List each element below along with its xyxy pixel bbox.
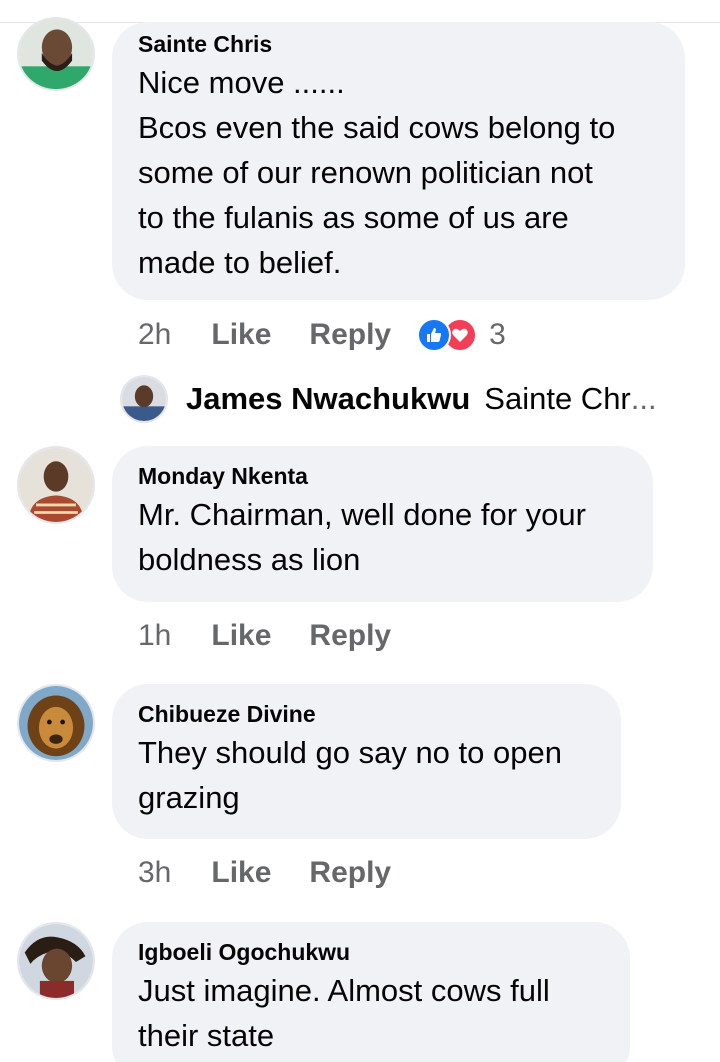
comment-timestamp: 3h xyxy=(138,856,172,889)
reply-preview[interactable]: James Nwachukwu Sainte Chr ... xyxy=(120,374,657,424)
reply-button[interactable]: Reply xyxy=(309,856,391,890)
avatar-photo-icon xyxy=(19,19,93,89)
reply-ellipsis: ... xyxy=(630,381,657,416)
comment-text: Mr. Chairman, well done for your boldnes… xyxy=(138,497,586,577)
comment-text: They should go say no to open grazing xyxy=(138,735,562,815)
lion-photo-icon xyxy=(19,686,93,760)
comment-timestamp: 2h xyxy=(138,318,172,351)
avatar[interactable] xyxy=(17,446,95,524)
reaction-count: 3 xyxy=(489,318,506,351)
comment-text: Nice move ...... Bcos even the said cows… xyxy=(138,65,616,280)
comment-author[interactable]: Monday Nkenta xyxy=(138,462,625,490)
comment-timestamp: 1h xyxy=(138,619,172,652)
like-button[interactable]: Like xyxy=(211,619,271,653)
like-icon xyxy=(417,318,452,352)
comments-thread: Sainte Chris Nice move ...... Bcos even … xyxy=(0,0,720,1062)
reply-button[interactable]: Reply xyxy=(309,619,391,653)
avatar[interactable] xyxy=(17,684,95,762)
comment-bubble: Igboeli Ogochukwu Just imagine. Almost c… xyxy=(112,922,630,1062)
comment-bubble: Sainte Chris Nice move ...... Bcos even … xyxy=(112,22,685,300)
reply-snippet: Sainte Chr xyxy=(484,381,631,416)
avatar-photo-icon xyxy=(122,377,166,421)
comment-actions: 3h Like Reply xyxy=(138,853,429,893)
reply-button[interactable]: Reply xyxy=(309,318,391,352)
avatar-photo-icon xyxy=(19,448,93,522)
reactions-summary[interactable]: 3 xyxy=(417,318,506,352)
like-button[interactable]: Like xyxy=(211,856,271,890)
avatar[interactable] xyxy=(17,17,95,91)
comment-actions: 2h Like Reply 3 xyxy=(138,315,506,355)
avatar-photo-icon xyxy=(19,924,93,998)
comment-bubble: Chibueze Divine They should go say no to… xyxy=(112,684,621,839)
avatar[interactable] xyxy=(17,922,95,1000)
comment-author[interactable]: Chibueze Divine xyxy=(138,700,593,728)
comment-bubble: Monday Nkenta Mr. Chairman, well done fo… xyxy=(112,446,653,602)
comment-text: Just imagine. Almost cows full their sta… xyxy=(138,973,550,1053)
comment-author[interactable]: Sainte Chris xyxy=(138,30,657,58)
comment-author[interactable]: Igboeli Ogochukwu xyxy=(138,938,602,966)
like-button[interactable]: Like xyxy=(211,318,271,352)
reply-author[interactable]: James Nwachukwu xyxy=(186,381,470,417)
avatar xyxy=(120,375,168,423)
comment-actions: 1h Like Reply xyxy=(138,616,429,656)
